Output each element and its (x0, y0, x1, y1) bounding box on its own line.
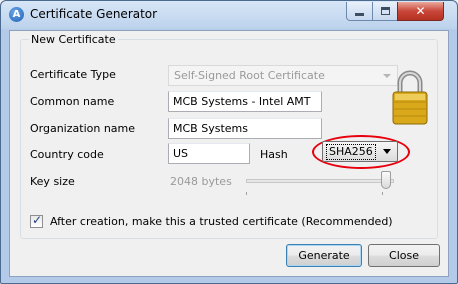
group-legend: New Certificate (29, 33, 118, 46)
hash-value: SHA256 (326, 144, 376, 160)
country-code-label: Country code (30, 148, 104, 161)
checkmark-icon: ✓ (32, 213, 43, 227)
dialog-content: New Certificate Certificate Type Self-Si… (9, 30, 449, 277)
certificate-type-select: Self-Signed Root Certificate (168, 65, 398, 86)
key-size-slider-thumb[interactable] (381, 171, 391, 189)
key-size-slider-track[interactable] (246, 179, 394, 183)
close-button[interactable]: Close (368, 244, 440, 267)
trusted-certificate-checkbox[interactable]: ✓ (30, 213, 43, 228)
maximize-button[interactable] (372, 2, 398, 21)
slider-ticks (246, 192, 394, 195)
certificate-generator-window: A Certificate Generator ✕ New Certificat… (0, 0, 458, 284)
trusted-certificate-label[interactable]: After creation, make this a trusted cert… (50, 215, 393, 228)
title-bar[interactable]: A Certificate Generator ✕ (1, 1, 457, 29)
generate-button[interactable]: Generate (286, 244, 362, 267)
hash-label: Hash (260, 148, 288, 161)
common-name-field[interactable]: MCB Systems - Intel AMT (168, 91, 322, 112)
key-size-value: 2048 bytes (170, 175, 232, 188)
chevron-down-icon (383, 149, 391, 154)
slider-tick (382, 192, 383, 195)
minimize-button[interactable] (346, 2, 373, 21)
organization-name-label: Organization name (30, 122, 136, 135)
key-size-label: Key size (30, 175, 75, 188)
padlock-icon (392, 70, 428, 125)
hash-select[interactable]: SHA256 (322, 141, 398, 162)
certificate-type-label: Certificate Type (30, 68, 116, 81)
organization-name-field[interactable]: MCB Systems (168, 118, 322, 139)
country-code-field[interactable]: US (168, 143, 250, 164)
slider-tick (246, 192, 247, 195)
app-logo-icon: A (9, 7, 24, 22)
minimize-icon (355, 12, 364, 16)
common-name-label: Common name (30, 95, 115, 108)
certificate-type-value: Self-Signed Root Certificate (174, 69, 325, 82)
window-title: Certificate Generator (30, 7, 158, 21)
close-window-button[interactable]: ✕ (397, 2, 444, 21)
close-icon: ✕ (415, 4, 426, 18)
maximize-icon (380, 7, 390, 15)
